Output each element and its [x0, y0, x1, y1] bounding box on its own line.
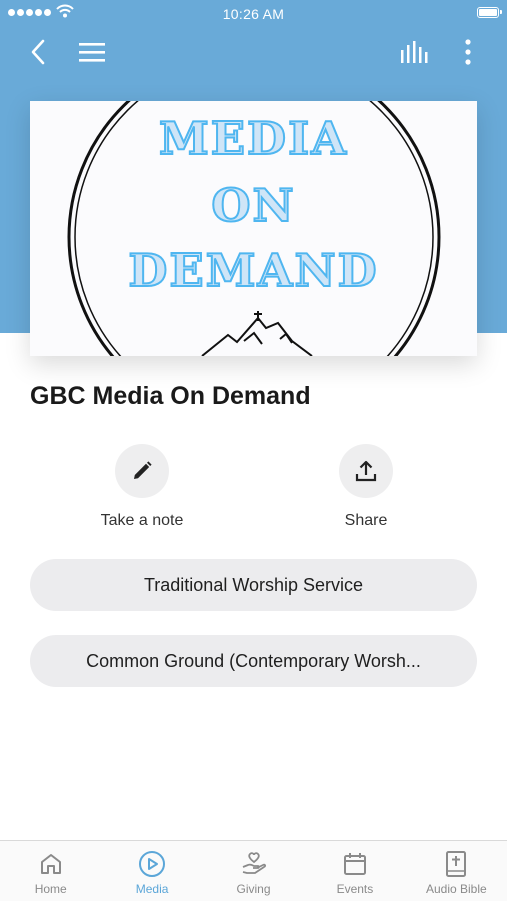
tab-home[interactable]: Home [0, 841, 101, 901]
play-circle-icon [139, 851, 166, 877]
take-note-circle [115, 444, 169, 498]
tab-audio-bible[interactable]: Audio Bible [406, 841, 507, 901]
artwork-line-1: MEDIA [158, 111, 349, 166]
home-icon [40, 854, 61, 874]
status-time: 10:26 AM [222, 6, 285, 22]
take-note-label: Take a note [100, 512, 184, 529]
tab-events[interactable]: Events [304, 841, 405, 901]
share-button[interactable]: Share [286, 444, 446, 530]
giving-hand-heart-icon [242, 852, 266, 874]
share-circle [339, 444, 393, 498]
hamburger-menu-icon [79, 43, 105, 62]
tab-label: Media [135, 882, 169, 896]
tab-label: Events [336, 882, 374, 896]
artwork-line-2: ON [210, 178, 296, 233]
status-bar: 10:26 AM [0, 0, 507, 28]
audio-bars-icon [401, 41, 428, 63]
more-vertical-icon [465, 39, 471, 65]
mountain-logo [201, 316, 313, 356]
tab-media[interactable]: Media [101, 841, 202, 901]
chevron-left-icon [31, 39, 45, 65]
share-label: Share [344, 512, 388, 529]
back-button[interactable] [22, 36, 54, 68]
audio-button[interactable] [398, 36, 430, 68]
media-artwork: MEDIA ON DEMAND [30, 101, 477, 356]
list-item-label: Common Ground (Contemporary Worsh... [86, 650, 421, 671]
artwork-line-3: DEMAND [127, 243, 379, 298]
share-upload-icon [355, 460, 377, 482]
traditional-worship-service-button[interactable]: Traditional Worship Service [30, 559, 477, 611]
list-item-label: Traditional Worship Service [143, 574, 364, 595]
pencil-icon [134, 461, 152, 479]
take-note-button[interactable]: Take a note [62, 444, 222, 530]
tab-giving[interactable]: Giving [203, 841, 304, 901]
more-options-button[interactable] [452, 36, 484, 68]
page-title: GBC Media On Demand [30, 382, 311, 410]
common-ground-button[interactable]: Common Ground (Contemporary Worsh... [30, 635, 477, 687]
tab-label: Giving [236, 882, 271, 896]
tab-label: Home [34, 882, 67, 896]
battery-icon [477, 7, 502, 18]
tab-bar: Home Media Giving Events Audio Bible [0, 840, 507, 901]
tab-label: Audio Bible [425, 882, 487, 896]
calendar-icon [343, 853, 366, 875]
menu-button[interactable] [76, 36, 108, 68]
bible-icon [446, 851, 467, 877]
